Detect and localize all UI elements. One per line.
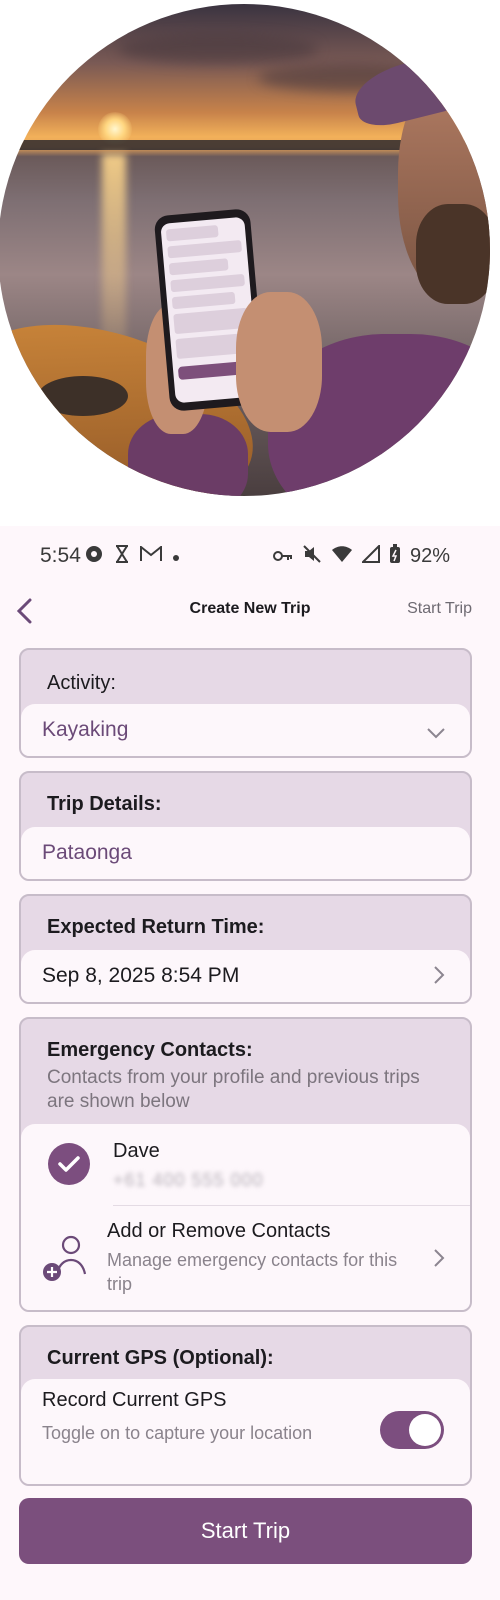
status-time: 5:54: [40, 544, 81, 567]
return-time-label: Expected Return Time:: [47, 916, 265, 938]
top-app-bar: Create New Trip Start Trip: [0, 588, 500, 634]
manage-contacts-title: Add or Remove Contacts: [107, 1220, 331, 1242]
activity-select[interactable]: Kayaking: [21, 704, 470, 756]
chevron-right-icon: [432, 965, 446, 991]
gps-label: Current GPS (Optional):: [47, 1347, 274, 1369]
mail-icon: [140, 544, 162, 567]
settings-icon: [84, 544, 104, 569]
gps-toggle-row: Record Current GPS Toggle on to capture …: [21, 1379, 470, 1484]
activity-card: Activity: Kayaking: [19, 648, 472, 758]
right-hand: [236, 292, 322, 432]
gps-toggle-subtitle: Toggle on to capture your location: [42, 1423, 313, 1443]
hourglass-icon: [114, 545, 130, 568]
signal-icon: [360, 543, 380, 568]
person-beard: [416, 204, 490, 304]
return-time-value: Sep 8, 2025 8:54 PM: [42, 964, 240, 987]
wifi-icon: [331, 545, 353, 568]
contact-row[interactable]: Dave +61 400 555 000: [21, 1124, 470, 1204]
emergency-contacts-label: Emergency Contacts:: [47, 1039, 253, 1061]
toggle-knob: [409, 1414, 441, 1446]
activity-value: Kayaking: [42, 718, 129, 741]
dot-icon: [172, 546, 180, 567]
battery-icon: [389, 544, 401, 569]
start-trip-link[interactable]: Start Trip: [407, 600, 472, 618]
status-right-icons: 92%: [272, 543, 450, 569]
emergency-contacts-card: Emergency Contacts: Contacts from your p…: [19, 1017, 472, 1312]
status-bar: 5:54 92%: [0, 526, 500, 588]
gps-toggle-title: Record Current GPS: [42, 1389, 227, 1411]
activity-label: Activity:: [47, 672, 116, 694]
return-time-picker[interactable]: Sep 8, 2025 8:54 PM: [21, 950, 470, 1002]
trip-details-label: Trip Details:: [47, 793, 162, 815]
chevron-down-icon: [426, 720, 446, 746]
mute-icon: [302, 545, 322, 568]
hero-photo-circle: [0, 4, 490, 496]
battery-percent: 92%: [409, 545, 450, 567]
return-time-card: Expected Return Time: Sep 8, 2025 8:54 P…: [19, 894, 472, 1004]
sun-reflection: [102, 154, 126, 354]
contacts-list: Dave +61 400 555 000 Add or Remove Conta…: [21, 1124, 470, 1310]
check-icon[interactable]: [48, 1143, 90, 1185]
status-left-icons: [84, 544, 180, 569]
gps-toggle[interactable]: [380, 1411, 444, 1449]
kayak-cockpit: [38, 376, 128, 416]
gps-card: Current GPS (Optional): Record Current G…: [19, 1325, 472, 1486]
trip-details-card: Trip Details: Pataonga: [19, 771, 472, 881]
trip-details-value: Pataonga: [42, 841, 132, 864]
cloud: [118, 34, 318, 64]
emergency-contacts-sublabel: Contacts from your profile and previous …: [47, 1067, 420, 1112]
contact-phone: +61 400 555 000: [113, 1170, 264, 1190]
manage-contacts-subtitle: Manage emergency contacts for this trip: [107, 1250, 398, 1294]
trip-details-input[interactable]: Pataonga: [21, 827, 470, 879]
app-screen: 5:54 92% Create New Trip Start Trip Acti…: [0, 526, 500, 1600]
chevron-right-icon: [432, 1248, 446, 1274]
hero-image: [0, 0, 500, 520]
contact-name: Dave: [113, 1140, 160, 1162]
start-trip-button[interactable]: Start Trip: [19, 1498, 472, 1564]
manage-contacts-row[interactable]: Add or Remove Contacts Manage emergency …: [21, 1206, 470, 1310]
add-contact-icon: [41, 1234, 93, 1284]
key-icon: [272, 546, 293, 567]
